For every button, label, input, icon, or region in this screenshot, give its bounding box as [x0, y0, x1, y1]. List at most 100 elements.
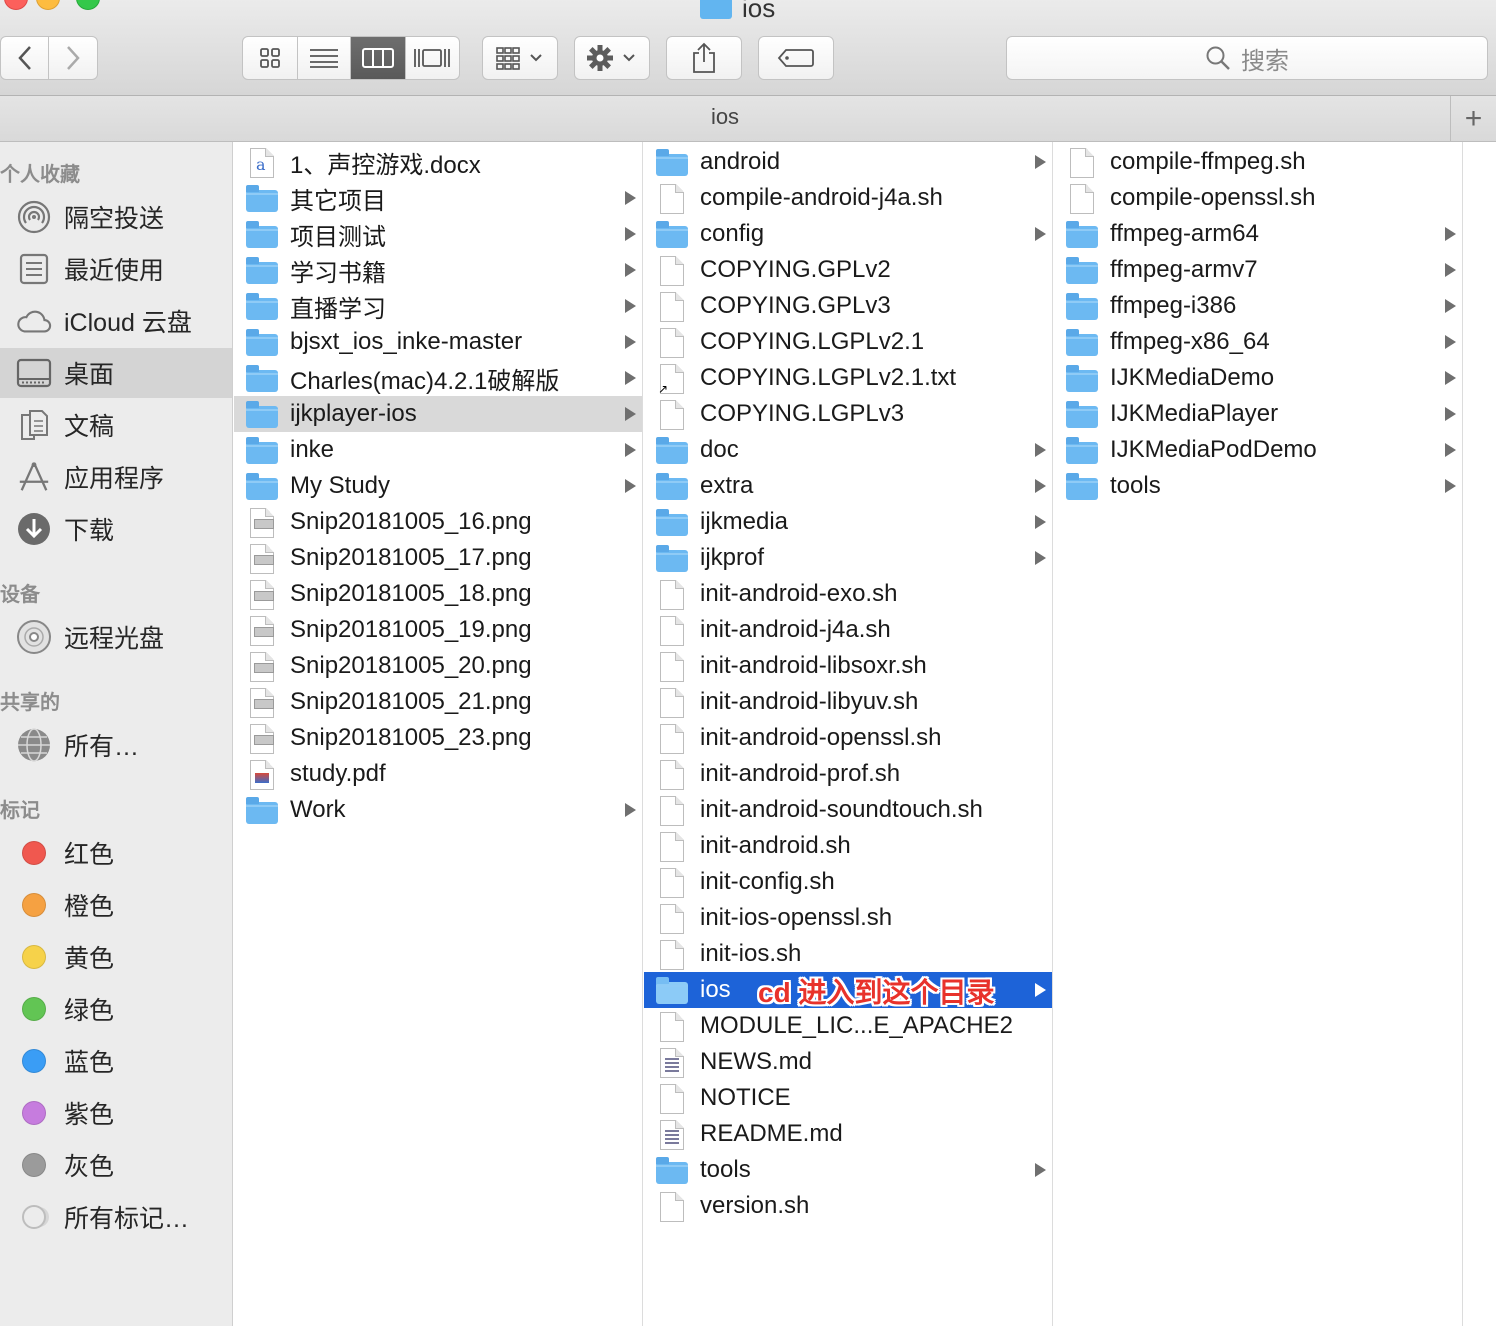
- folder-row[interactable]: ffmpeg-i386: [1054, 288, 1462, 324]
- document-icon: [656, 1084, 688, 1114]
- sidebar-item-downloads[interactable]: 下载: [0, 504, 232, 554]
- folder-row[interactable]: config: [644, 216, 1052, 252]
- sidebar-item-remote-disc[interactable]: 远程光盘: [0, 612, 232, 662]
- folder-row[interactable]: tools: [1054, 468, 1462, 504]
- forward-button[interactable]: [49, 37, 97, 79]
- file-row[interactable]: compile-android-j4a.sh: [644, 180, 1052, 216]
- folder-row[interactable]: ijkmedia: [644, 504, 1052, 540]
- file-row[interactable]: README.md: [644, 1116, 1052, 1152]
- folder-row[interactable]: IJKMediaPodDemo: [1054, 432, 1462, 468]
- edit-tags-button[interactable]: [758, 36, 834, 80]
- file-row[interactable]: init-config.sh: [644, 864, 1052, 900]
- folder-row[interactable]: IJKMediaPlayer: [1054, 396, 1462, 432]
- folder-row[interactable]: Charles(mac)4.2.1破解版: [234, 360, 642, 396]
- network-icon: [16, 727, 52, 763]
- file-row[interactable]: Snip20181005_19.png: [234, 612, 642, 648]
- file-row[interactable]: init-android-openssl.sh: [644, 720, 1052, 756]
- disclosure-arrow-icon: [1445, 443, 1456, 457]
- file-row[interactable]: COPYING.GPLv2: [644, 252, 1052, 288]
- file-row[interactable]: init-android-soundtouch.sh: [644, 792, 1052, 828]
- file-row[interactable]: MODULE_LIC...E_APACHE2: [644, 1008, 1052, 1044]
- search-field[interactable]: 搜索: [1006, 36, 1488, 80]
- file-row[interactable]: Snip20181005_16.png: [234, 504, 642, 540]
- file-row[interactable]: Snip20181005_18.png: [234, 576, 642, 612]
- file-row[interactable]: compile-ffmpeg.sh: [1054, 144, 1462, 180]
- file-row[interactable]: 1、声控游戏.docx: [234, 144, 642, 180]
- sidebar-item-applications[interactable]: 应用程序: [0, 452, 232, 502]
- file-row[interactable]: init-android-libsoxr.sh: [644, 648, 1052, 684]
- arrange-button[interactable]: [482, 36, 558, 80]
- file-row[interactable]: study.pdf: [234, 756, 642, 792]
- disclosure-arrow-icon: [625, 263, 636, 277]
- sidebar-item-all-shared[interactable]: 所有…: [0, 720, 232, 770]
- sidebar-tag-label: 所有标记…: [64, 1205, 190, 1233]
- file-row[interactable]: Snip20181005_23.png: [234, 720, 642, 756]
- minimize-window-button[interactable]: [36, 0, 60, 10]
- file-row[interactable]: init-android-exo.sh: [644, 576, 1052, 612]
- icon-view-button[interactable]: [243, 37, 298, 79]
- sidebar-tag-item[interactable]: 所有标记…: [0, 1192, 232, 1242]
- folder-row[interactable]: 项目测试: [234, 216, 642, 252]
- folder-row[interactable]: 其它项目: [234, 180, 642, 216]
- folder-row[interactable]: extra: [644, 468, 1052, 504]
- file-row[interactable]: COPYING.LGPLv3: [644, 396, 1052, 432]
- folder-row[interactable]: tools: [644, 1152, 1052, 1188]
- folder-row[interactable]: 直播学习: [234, 288, 642, 324]
- folder-row[interactable]: android: [644, 144, 1052, 180]
- gallery-view-button[interactable]: [406, 37, 460, 79]
- back-button[interactable]: [1, 37, 50, 79]
- sidebar-tag-item[interactable]: 红色: [0, 828, 232, 878]
- item-name: IJKMediaPodDemo: [1110, 436, 1317, 463]
- tab-title[interactable]: ios: [0, 104, 1450, 130]
- sidebar-item-airdrop[interactable]: 隔空投送: [0, 192, 232, 242]
- folder-row[interactable]: Work: [234, 792, 642, 828]
- sidebar-item-documents[interactable]: 文稿: [0, 400, 232, 450]
- folder-row[interactable]: ffmpeg-armv7: [1054, 252, 1462, 288]
- sidebar-tag-item[interactable]: 蓝色: [0, 1036, 232, 1086]
- column-view-button[interactable]: [351, 37, 406, 79]
- folder-row[interactable]: ffmpeg-arm64: [1054, 216, 1462, 252]
- folder-row[interactable]: ijkprof: [644, 540, 1052, 576]
- file-row[interactable]: init-android-prof.sh: [644, 756, 1052, 792]
- icon-view-icon: [259, 48, 280, 68]
- file-row[interactable]: version.sh: [644, 1188, 1052, 1224]
- file-row[interactable]: Snip20181005_17.png: [234, 540, 642, 576]
- file-row[interactable]: NEWS.md: [644, 1044, 1052, 1080]
- sidebar-item-icloud[interactable]: iCloud 云盘: [0, 296, 232, 346]
- list-view-button[interactable]: [298, 37, 351, 79]
- share-button[interactable]: [666, 36, 742, 80]
- file-row[interactable]: init-android.sh: [644, 828, 1052, 864]
- folder-icon: [700, 0, 732, 19]
- folder-row[interactable]: IJKMediaDemo: [1054, 360, 1462, 396]
- file-row[interactable]: init-android-j4a.sh: [644, 612, 1052, 648]
- folder-row[interactable]: inke: [234, 432, 642, 468]
- file-row[interactable]: NOTICE: [644, 1080, 1052, 1116]
- sidebar-tag-item[interactable]: 橙色: [0, 880, 232, 930]
- sidebar-item-desktop[interactable]: 桌面: [0, 348, 232, 398]
- file-row[interactable]: COPYING.LGPLv2.1: [644, 324, 1052, 360]
- zoom-window-button[interactable]: [76, 0, 100, 10]
- file-row[interactable]: Snip20181005_21.png: [234, 684, 642, 720]
- sidebar-tag-item[interactable]: 黄色: [0, 932, 232, 982]
- close-window-button[interactable]: [4, 0, 28, 10]
- folder-row[interactable]: doc: [644, 432, 1052, 468]
- file-row[interactable]: COPYING.LGPLv2.1.txt: [644, 360, 1052, 396]
- sidebar-tag-item[interactable]: 紫色: [0, 1088, 232, 1138]
- folder-row[interactable]: bjsxt_ios_inke-master: [234, 324, 642, 360]
- action-menu-button[interactable]: [574, 36, 650, 80]
- folder-row[interactable]: My Study: [234, 468, 642, 504]
- file-row[interactable]: init-ios-openssl.sh: [644, 900, 1052, 936]
- new-tab-button[interactable]: +: [1450, 96, 1496, 142]
- folder-row[interactable]: 学习书籍: [234, 252, 642, 288]
- file-row[interactable]: COPYING.GPLv3: [644, 288, 1052, 324]
- sidebar-item-recents[interactable]: 最近使用: [0, 244, 232, 294]
- item-name: ffmpeg-arm64: [1110, 220, 1259, 247]
- sidebar-tag-item[interactable]: 绿色: [0, 984, 232, 1034]
- file-row[interactable]: init-android-libyuv.sh: [644, 684, 1052, 720]
- file-row[interactable]: Snip20181005_20.png: [234, 648, 642, 684]
- sidebar-tag-item[interactable]: 灰色: [0, 1140, 232, 1190]
- file-row[interactable]: init-ios.sh: [644, 936, 1052, 972]
- folder-row[interactable]: ffmpeg-x86_64: [1054, 324, 1462, 360]
- folder-row[interactable]: ijkplayer-ios: [234, 396, 642, 432]
- file-row[interactable]: compile-openssl.sh: [1054, 180, 1462, 216]
